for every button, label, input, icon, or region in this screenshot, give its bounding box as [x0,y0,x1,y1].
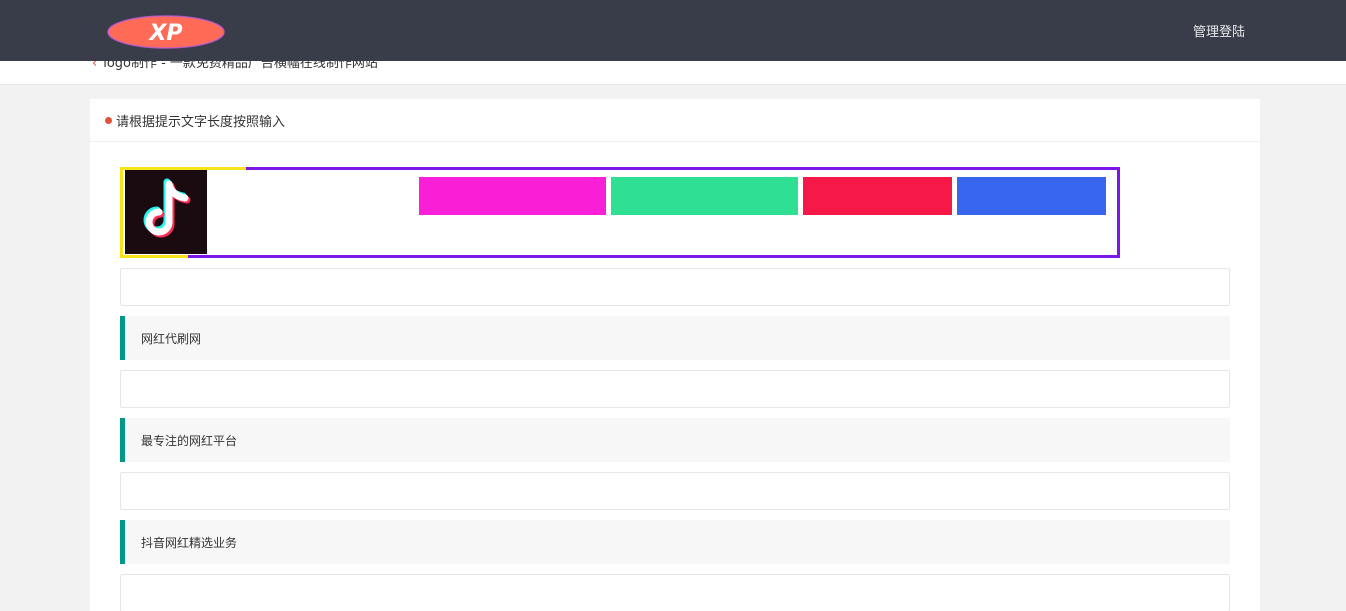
corner-accent-bottom [120,255,188,258]
hint-text-2: 最专注的网红平台 [141,433,238,448]
banner-preview [120,167,1120,258]
logo-text: XP [147,21,182,46]
text-input-4[interactable] [120,574,1230,611]
editor-card: 请根据提示文字长度按照输入 网红代刷网 最专注的网红平台 抖音网红精选业务 [90,99,1260,611]
text-input-2[interactable] [120,370,1230,408]
card-header: 请根据提示文字长度按照输入 [90,99,1260,142]
back-arrow-icon[interactable]: ‹ [92,61,97,71]
hint-label-2: 最专注的网红平台 [120,418,1230,462]
hint-text-1: 网红代刷网 [141,331,202,346]
text-input-3[interactable] [120,472,1230,510]
hint-label-1: 网红代刷网 [120,316,1230,360]
hint-label-3: 抖音网红精选业务 [120,520,1230,564]
card-title: 请根据提示文字长度按照输入 [116,114,286,130]
top-navbar: XP 管理登陆 [0,0,1346,61]
color-block-green [611,177,798,215]
color-block-red [803,177,952,215]
breadcrumb-text: logo制作 - 一款免费精品广告横幅在线制作网站 [103,61,378,71]
hint-text-3: 抖音网红精选业务 [141,535,238,550]
admin-login-link[interactable]: 管理登陆 [1193,21,1245,40]
text-input-1[interactable] [120,268,1230,306]
breadcrumb: ‹ logo制作 - 一款免费精品广告横幅在线制作网站 [92,61,378,71]
xp-logo[interactable]: XP [106,14,226,50]
tiktok-logo-icon [125,170,207,254]
color-block-magenta [419,177,606,215]
red-dot-icon [105,116,112,124]
color-block-blue [957,177,1106,215]
corner-accent-left [120,167,123,258]
breadcrumb-bar: ‹ logo制作 - 一款免费精品广告横幅在线制作网站 [0,61,1346,85]
